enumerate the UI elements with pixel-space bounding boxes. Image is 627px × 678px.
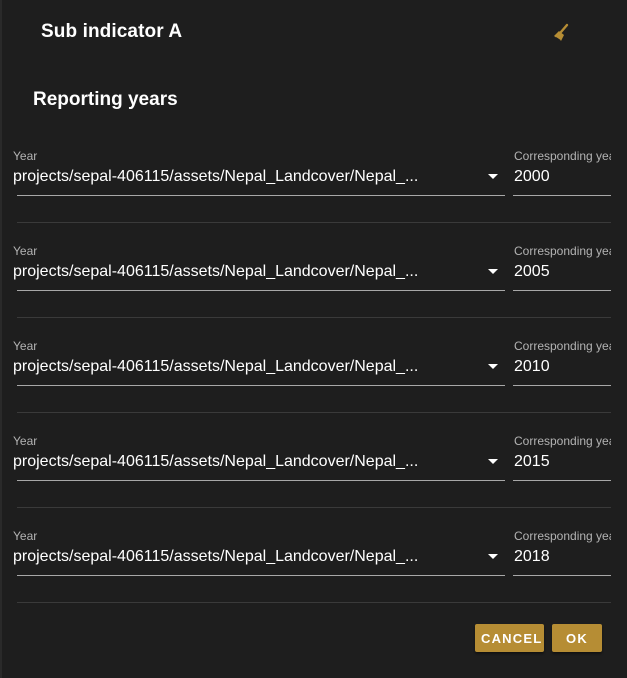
reporting-year-row: Year projects/sepal-406115/assets/Nepal_…: [13, 223, 611, 318]
year-input[interactable]: [513, 356, 611, 378]
reporting-years-list: Year projects/sepal-406115/assets/Nepal_…: [13, 128, 611, 603]
dialog-title: Sub indicator A: [41, 21, 183, 42]
asset-select[interactable]: Year projects/sepal-406115/assets/Nepal_…: [13, 529, 505, 576]
cancel-button[interactable]: CANCEL: [475, 624, 544, 652]
year-field: Corresponding year: [513, 244, 611, 291]
asset-select-value: projects/sepal-406115/assets/Nepal_Landc…: [13, 548, 419, 565]
reporting-year-row: Year projects/sepal-406115/assets/Nepal_…: [13, 128, 611, 223]
asset-select[interactable]: Year projects/sepal-406115/assets/Nepal_…: [13, 149, 505, 196]
year-field: Corresponding year: [513, 434, 611, 481]
year-field-label: Corresponding year: [514, 434, 611, 448]
caret-down-icon[interactable]: [488, 364, 498, 369]
asset-select[interactable]: Year projects/sepal-406115/assets/Nepal_…: [13, 434, 505, 481]
asset-select-label: Year: [13, 434, 38, 448]
year-field-label: Corresponding year: [514, 529, 611, 543]
asset-select-label: Year: [13, 529, 38, 543]
reporting-year-row: Year projects/sepal-406115/assets/Nepal_…: [13, 318, 611, 413]
asset-select-value: projects/sepal-406115/assets/Nepal_Landc…: [13, 453, 419, 470]
year-input[interactable]: [513, 451, 611, 473]
reporting-year-row: Year projects/sepal-406115/assets/Nepal_…: [13, 508, 611, 603]
asset-select-label: Year: [13, 149, 38, 163]
caret-down-icon[interactable]: [488, 174, 498, 179]
section-title: Reporting years: [33, 89, 178, 110]
asset-select-value: projects/sepal-406115/assets/Nepal_Landc…: [13, 263, 419, 280]
year-field-label: Corresponding year: [514, 244, 611, 258]
asset-select[interactable]: Year projects/sepal-406115/assets/Nepal_…: [13, 339, 505, 386]
broom-icon: [554, 23, 569, 41]
asset-select-value: projects/sepal-406115/assets/Nepal_Landc…: [13, 168, 419, 185]
caret-down-icon[interactable]: [488, 269, 498, 274]
asset-select-value: projects/sepal-406115/assets/Nepal_Landc…: [13, 358, 419, 375]
asset-select-label: Year: [13, 244, 38, 258]
year-field-label: Corresponding year: [514, 339, 611, 353]
year-field: Corresponding year: [513, 529, 611, 576]
year-field-label: Corresponding year: [514, 149, 611, 163]
year-input[interactable]: [513, 546, 611, 568]
caret-down-icon[interactable]: [488, 459, 498, 464]
caret-down-icon[interactable]: [488, 554, 498, 559]
reporting-year-row: Year projects/sepal-406115/assets/Nepal_…: [13, 413, 611, 508]
year-input[interactable]: [513, 261, 611, 283]
year-field: Corresponding year: [513, 339, 611, 386]
ok-button[interactable]: OK: [552, 624, 602, 652]
sub-indicator-dialog: Sub indicator A Reporting years Year pro…: [2, 0, 627, 678]
asset-select[interactable]: Year projects/sepal-406115/assets/Nepal_…: [13, 244, 505, 291]
asset-select-label: Year: [13, 339, 38, 353]
year-field: Corresponding year: [513, 149, 611, 196]
clear-button[interactable]: [551, 22, 573, 44]
year-input[interactable]: [513, 166, 611, 188]
